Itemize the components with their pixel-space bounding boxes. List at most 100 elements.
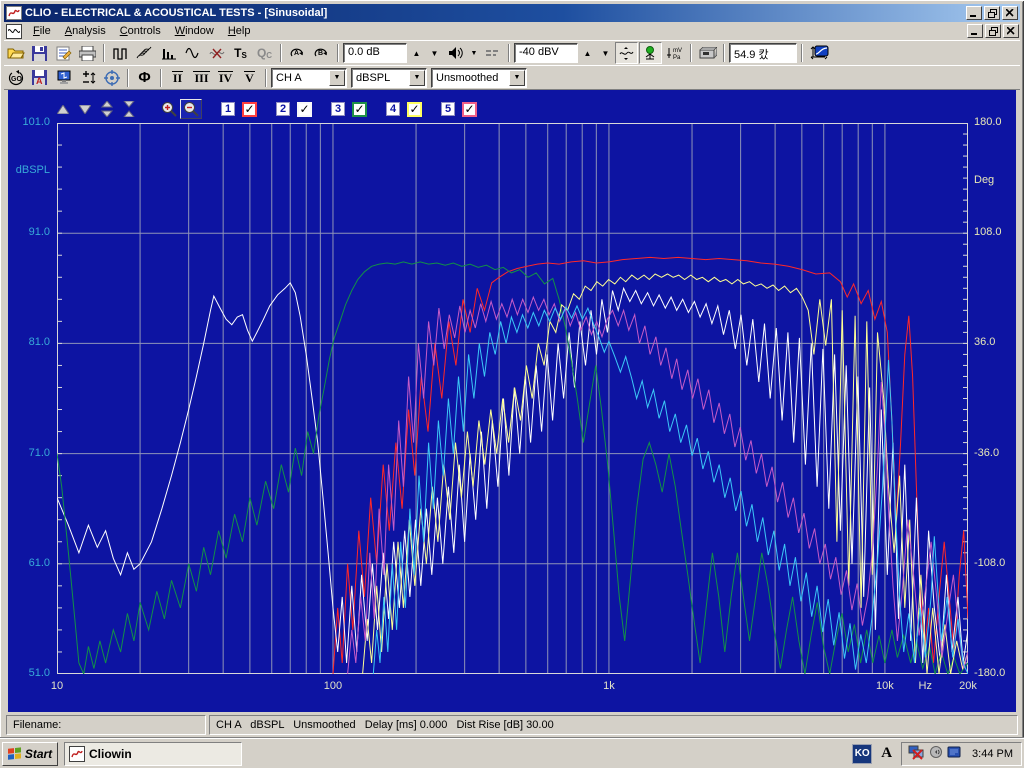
input-up-button[interactable]: ▲ bbox=[579, 43, 596, 63]
minimize-icon[interactable] bbox=[966, 6, 982, 20]
main-toolbar: TS QC A B 0.0 dB ▲ ▼ ▼ -40 dBV ▲ ▼ mVPa … bbox=[4, 40, 1020, 65]
autosave-button[interactable]: A bbox=[28, 67, 51, 89]
taskbar: Start Cliowin KO A 3:44 PM bbox=[0, 738, 1024, 768]
stop-sweep-icon[interactable] bbox=[205, 42, 228, 64]
export-notes-button[interactable] bbox=[52, 42, 75, 64]
autorange-icon[interactable] bbox=[615, 42, 638, 64]
target-icon[interactable] bbox=[100, 67, 123, 89]
child-close-icon[interactable] bbox=[1003, 24, 1019, 38]
scheduler-icon[interactable] bbox=[947, 745, 962, 762]
ts-parameters-icon[interactable]: TS bbox=[229, 42, 252, 64]
output-up-button[interactable]: ▲ bbox=[408, 43, 425, 63]
zoom-out-button[interactable] bbox=[180, 99, 202, 119]
curve-checkbox-1[interactable]: ✓ bbox=[242, 102, 257, 117]
speaker-dropdown-icon[interactable]: ▼ bbox=[468, 42, 480, 64]
child-minimize-icon[interactable] bbox=[967, 24, 983, 38]
shift-up-button[interactable] bbox=[52, 99, 74, 119]
start-label: Start bbox=[25, 747, 52, 761]
volume-icon[interactable] bbox=[929, 745, 943, 762]
x-tick-label: 10 bbox=[51, 680, 63, 692]
close-icon[interactable] bbox=[1002, 6, 1018, 20]
chevron-down-icon[interactable]: ▼ bbox=[409, 70, 425, 86]
open-button[interactable] bbox=[4, 42, 27, 64]
loop-a-button[interactable]: A bbox=[286, 42, 309, 64]
output-level-field[interactable]: 0.0 dB bbox=[343, 43, 407, 63]
curve-slot-2: 2✓ bbox=[276, 102, 312, 117]
qc-icon[interactable]: QC bbox=[253, 42, 276, 64]
curve-number-4: 4 bbox=[386, 102, 400, 116]
print-button[interactable] bbox=[76, 42, 99, 64]
x-axis-unit: Hz bbox=[919, 680, 932, 692]
toolbar-separator bbox=[127, 69, 129, 87]
y-left-tick-label: 101.0 bbox=[10, 116, 50, 128]
menu-window[interactable]: Window bbox=[168, 23, 221, 39]
menu-help[interactable]: Help bbox=[221, 23, 258, 39]
zoom-in-button[interactable] bbox=[158, 99, 180, 119]
channel-select[interactable]: CH A▼ bbox=[271, 68, 347, 88]
unit-select[interactable]: dBSPL▼ bbox=[351, 68, 427, 88]
phase-toggle[interactable]: Φ bbox=[133, 67, 156, 89]
language-indicator[interactable]: KO bbox=[852, 744, 872, 764]
curve-number-2: 2 bbox=[276, 102, 290, 116]
input-down-button[interactable]: ▼ bbox=[597, 43, 614, 63]
y-right-axis-title: Deg bbox=[974, 174, 994, 186]
restore-icon[interactable] bbox=[984, 6, 1000, 20]
sinusoidal-doc-icon[interactable] bbox=[6, 24, 22, 39]
harmonic-2-toggle[interactable]: II bbox=[166, 67, 189, 89]
compress-scale-button[interactable] bbox=[118, 99, 140, 119]
waterfall-analysis-icon[interactable] bbox=[133, 42, 156, 64]
scale-adjust-icon[interactable] bbox=[76, 67, 99, 89]
fft-analysis-icon[interactable] bbox=[157, 42, 180, 64]
cliowin-task-button[interactable]: Cliowin bbox=[64, 742, 242, 766]
y-right-tick-label: 180.0 bbox=[974, 116, 1002, 128]
curve-checkbox-3[interactable]: ✓ bbox=[352, 102, 367, 117]
child-restore-icon[interactable] bbox=[985, 24, 1001, 38]
harmonic-4-toggle[interactable]: IV bbox=[214, 67, 237, 89]
mls-analysis-icon[interactable] bbox=[109, 42, 132, 64]
filename-label: Filename: bbox=[13, 719, 61, 731]
mic-sensitivity-icon[interactable]: mVPa bbox=[663, 42, 686, 64]
menu-file[interactable]: File bbox=[26, 23, 58, 39]
output-down-button[interactable]: ▼ bbox=[426, 43, 443, 63]
display-settings-icon[interactable] bbox=[52, 67, 75, 89]
x-tick-label: 20k bbox=[959, 680, 977, 692]
signal-lines-icon[interactable] bbox=[481, 42, 504, 64]
network-disconnected-icon[interactable] bbox=[908, 744, 925, 763]
sinusoidal-analysis-icon[interactable] bbox=[181, 42, 204, 64]
graph-toolbar: 1✓2✓3✓4✓5✓ bbox=[52, 98, 477, 120]
toolbar-separator bbox=[801, 44, 803, 62]
chevron-down-icon[interactable]: ▼ bbox=[509, 70, 525, 86]
mic-power-icon[interactable] bbox=[639, 42, 662, 64]
measurement-info: CH A dBSPL Unsmoothed Delay [ms] 0.000 D… bbox=[216, 719, 554, 731]
menu-controls[interactable]: Controls bbox=[113, 23, 168, 39]
start-button[interactable]: Start bbox=[2, 742, 58, 766]
response-window-icon[interactable] bbox=[807, 42, 830, 64]
save-button[interactable] bbox=[28, 42, 51, 64]
meter-field[interactable]: 54.9 캈 bbox=[729, 43, 797, 63]
speaker-icon[interactable] bbox=[444, 42, 467, 64]
curve-checkbox-5[interactable]: ✓ bbox=[462, 102, 477, 117]
ime-mode-letter[interactable]: A bbox=[881, 745, 892, 762]
go-button[interactable]: GO bbox=[4, 67, 27, 89]
expand-scale-button[interactable] bbox=[96, 99, 118, 119]
y-left-tick-label: 61.0 bbox=[10, 557, 50, 569]
input-gain-field[interactable]: -40 dBV bbox=[514, 43, 578, 63]
harmonic-3-toggle[interactable]: III bbox=[190, 67, 213, 89]
curve-slot-5: 5✓ bbox=[441, 102, 477, 117]
svg-text:mV: mV bbox=[673, 48, 682, 54]
smoothing-select[interactable]: Unsmoothed▼ bbox=[431, 68, 527, 88]
loop-b-button[interactable]: B bbox=[310, 42, 333, 64]
curve-checkbox-2[interactable]: ✓ bbox=[297, 102, 312, 117]
qc-box-icon[interactable] bbox=[696, 42, 719, 64]
title-bar[interactable]: CLIO - ELECTRICAL & ACOUSTICAL TESTS - [… bbox=[4, 4, 1020, 22]
response-plot[interactable] bbox=[57, 123, 968, 674]
chevron-down-icon[interactable]: ▼ bbox=[329, 70, 345, 86]
shift-down-button[interactable] bbox=[74, 99, 96, 119]
taskbar-clock[interactable]: 3:44 PM bbox=[972, 748, 1013, 760]
curve-checkbox-4[interactable]: ✓ bbox=[407, 102, 422, 117]
toolbar-separator bbox=[103, 44, 105, 62]
harmonic-5-toggle[interactable]: V bbox=[238, 67, 261, 89]
menu-analysis[interactable]: Analysis bbox=[58, 23, 113, 39]
y-right-tick-label: 36.0 bbox=[974, 336, 995, 348]
curve-2-white bbox=[57, 283, 968, 663]
